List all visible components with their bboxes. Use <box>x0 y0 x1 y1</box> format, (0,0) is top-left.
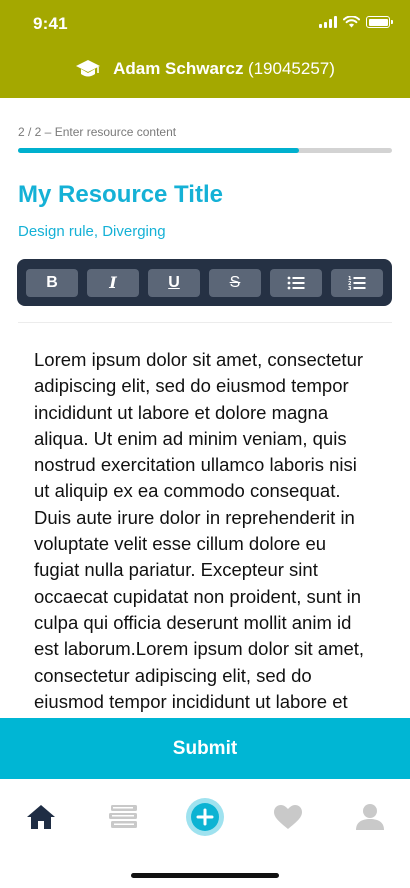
progress-bar <box>18 148 392 153</box>
user-info: Adam Schwarcz (19045257) <box>0 54 410 84</box>
home-icon <box>27 805 55 829</box>
user-name: Adam Schwarcz <box>113 59 244 78</box>
battery-icon <box>366 16 393 28</box>
content-editor[interactable]: Lorem ipsum dolor sit amet, consectetur … <box>34 347 376 718</box>
tab-home[interactable] <box>21 797 61 837</box>
add-icon <box>186 798 224 836</box>
divider <box>18 322 392 323</box>
numbered-list-button[interactable]: 1 2 3 <box>331 268 383 297</box>
tab-bar <box>0 779 410 859</box>
app-header: 9:41 Adam Schwarcz (19045257) <box>0 0 410 98</box>
strikethrough-button[interactable]: S <box>209 268 261 297</box>
bullet-list-icon <box>287 276 305 289</box>
tab-favorites[interactable] <box>268 797 308 837</box>
tab-profile[interactable] <box>350 797 390 837</box>
bullet-list-button[interactable] <box>270 268 322 297</box>
status-icons <box>319 16 393 28</box>
italic-button[interactable]: I <box>87 268 139 297</box>
cellular-signal-icon <box>319 16 337 28</box>
status-time: 9:41 <box>33 14 68 33</box>
user-id: (19045257) <box>247 59 335 78</box>
heart-icon <box>274 805 302 829</box>
formatting-toolbar: B I U S 1 2 3 <box>17 259 392 306</box>
resource-title[interactable]: My Resource Title <box>18 181 223 209</box>
profile-icon <box>356 804 384 830</box>
tab-library[interactable] <box>104 797 144 837</box>
svg-text:3: 3 <box>348 286 352 291</box>
graduation-cap-icon <box>76 60 101 77</box>
underline-button[interactable]: U <box>148 268 200 297</box>
numbered-list-icon: 1 2 3 <box>348 276 366 291</box>
progress-bar-fill <box>18 148 299 153</box>
status-bar: 9:41 <box>0 0 410 46</box>
books-icon <box>109 805 137 828</box>
home-indicator <box>131 873 279 878</box>
submit-button[interactable]: Submit <box>0 718 410 779</box>
resource-tags[interactable]: Design rule, Diverging <box>18 223 166 240</box>
wifi-icon <box>343 16 360 28</box>
step-indicator: 2 / 2 – Enter resource content <box>18 125 177 139</box>
tab-add[interactable] <box>185 797 225 837</box>
bold-button[interactable]: B <box>26 268 78 297</box>
